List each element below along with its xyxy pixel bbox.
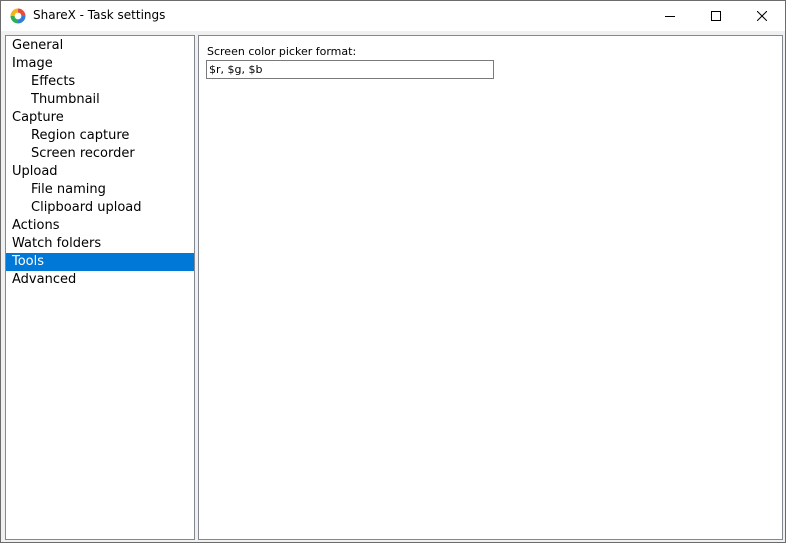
- sharex-logo-icon: [10, 8, 26, 24]
- tools-settings-panel: Screen color picker format:: [198, 35, 783, 540]
- window-title: ShareX - Task settings: [33, 8, 166, 22]
- nav-item-capture[interactable]: Capture: [6, 109, 194, 127]
- nav-item-tools[interactable]: Tools: [6, 253, 194, 271]
- nav-item-general[interactable]: General: [6, 37, 194, 55]
- color-picker-format-input[interactable]: [206, 60, 494, 79]
- minimize-button[interactable]: [647, 1, 693, 31]
- nav-item-region-capture[interactable]: Region capture: [6, 127, 194, 145]
- nav-item-image[interactable]: Image: [6, 55, 194, 73]
- nav-item-actions[interactable]: Actions: [6, 217, 194, 235]
- nav-item-upload[interactable]: Upload: [6, 163, 194, 181]
- nav-item-effects[interactable]: Effects: [6, 73, 194, 91]
- title-bar[interactable]: ShareX - Task settings: [1, 1, 785, 31]
- nav-item-file-naming[interactable]: File naming: [6, 181, 194, 199]
- settings-nav-tree[interactable]: General Image Effects Thumbnail Capture …: [5, 35, 195, 540]
- close-icon: [757, 11, 767, 21]
- task-settings-window: ShareX - Task settings General Image Eff…: [0, 0, 786, 543]
- minimize-icon: [665, 16, 675, 17]
- nav-item-advanced[interactable]: Advanced: [6, 271, 194, 289]
- color-picker-format-label: Screen color picker format:: [207, 45, 357, 58]
- nav-item-thumbnail[interactable]: Thumbnail: [6, 91, 194, 109]
- nav-item-watch-folders[interactable]: Watch folders: [6, 235, 194, 253]
- maximize-button[interactable]: [693, 1, 739, 31]
- nav-item-clipboard-upload[interactable]: Clipboard upload: [6, 199, 194, 217]
- nav-item-screen-recorder[interactable]: Screen recorder: [6, 145, 194, 163]
- maximize-icon: [711, 11, 721, 21]
- close-button[interactable]: [739, 1, 785, 31]
